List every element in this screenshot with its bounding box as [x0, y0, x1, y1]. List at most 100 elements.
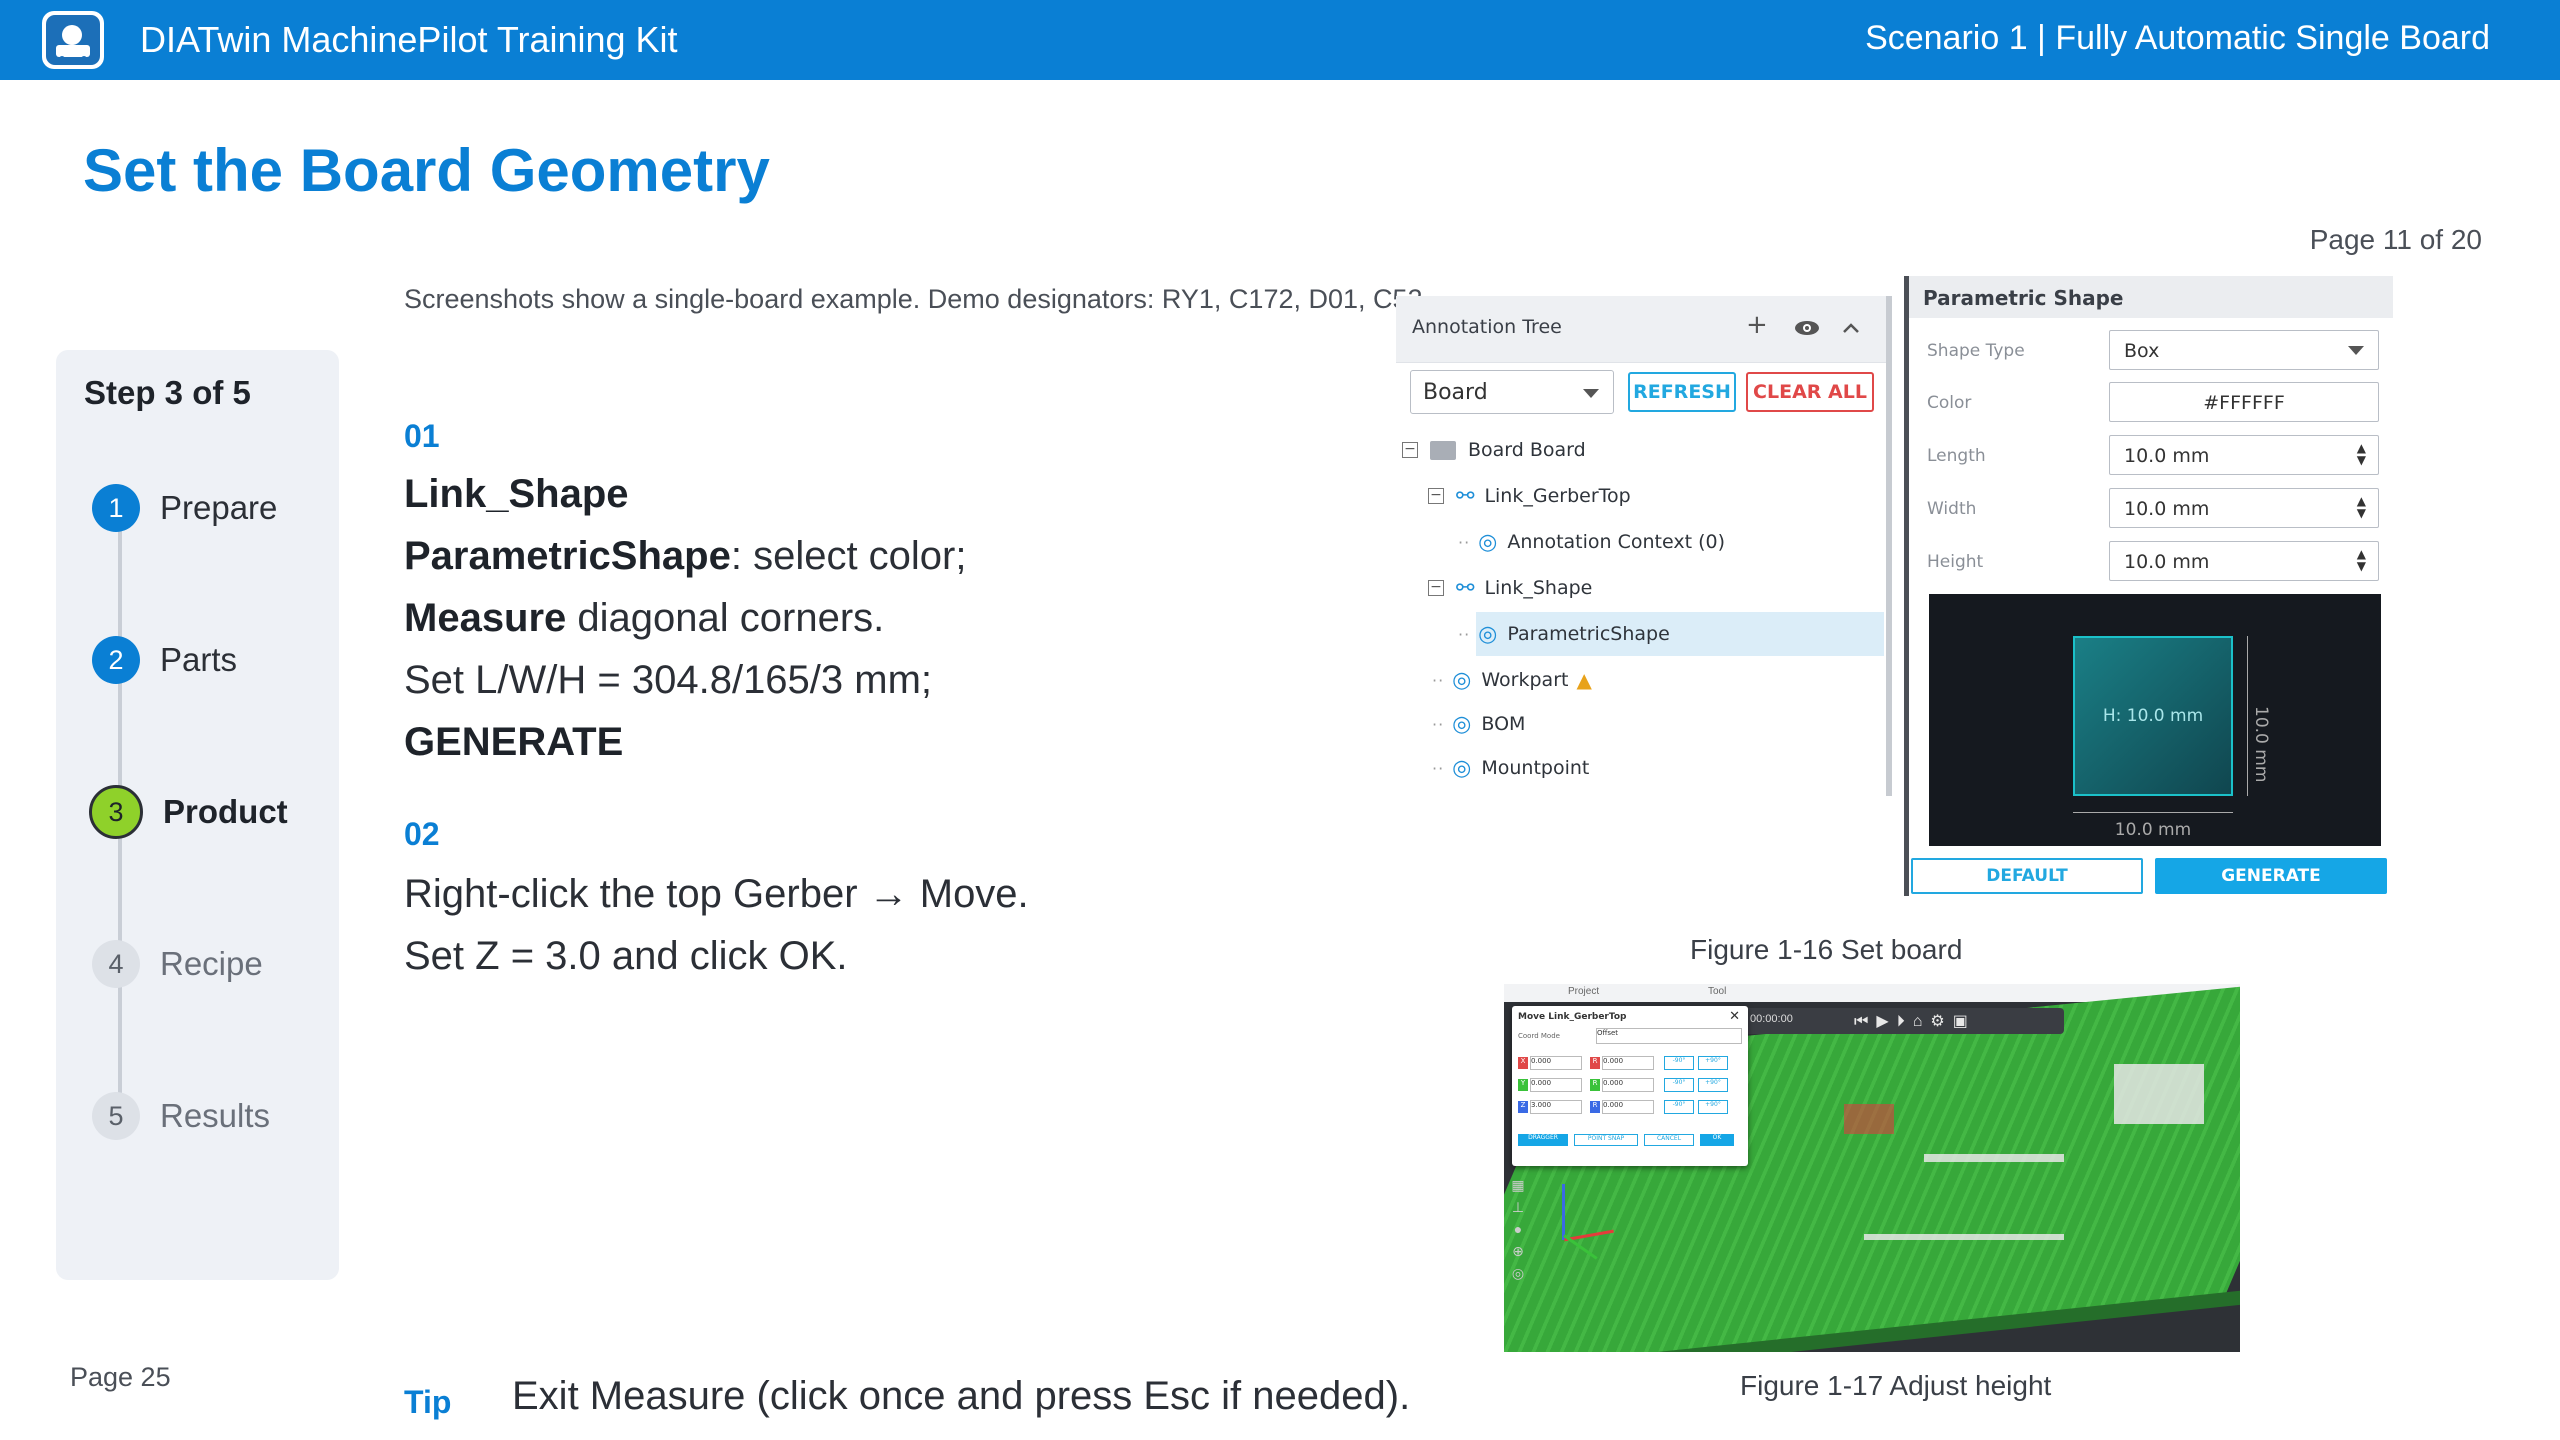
chevron-down-icon: [1583, 389, 1599, 398]
tree-connector: ··: [1432, 758, 1445, 778]
width-label: Width: [1927, 499, 1977, 519]
tree-item-workpart[interactable]: ·· ◎ Workpart ▲: [1432, 658, 1592, 702]
shape-type-label: Shape Type: [1927, 341, 2025, 361]
step-results[interactable]: 5 Results: [92, 1088, 270, 1144]
playback-toolbar: 00:00:00 ⏮▶⏵⌂⚙▣: [1744, 1008, 2064, 1034]
move-dialog-title: Move Link_GerberTop: [1518, 1012, 1627, 1022]
figure-caption-1-17: Figure 1-17 Adjust height: [1740, 1370, 2052, 1401]
eye-icon[interactable]: [1794, 314, 1820, 344]
offset-input[interactable]: 0.000: [1530, 1078, 1582, 1092]
dimension-label-horizontal: 10.0 mm: [2114, 820, 2192, 840]
dimension-label-vertical: 10.0 mm: [2251, 706, 2271, 783]
playback-icons[interactable]: ⏮▶⏵⌂⚙▣: [1854, 1011, 1976, 1031]
instruction-line: Set L/W/H = 304.8/165/3 mm;: [404, 658, 933, 702]
tool-icon[interactable]: ▦: [1508, 1174, 1528, 1196]
height-stepper[interactable]: 10.0 mm ▲ ▼: [2109, 541, 2379, 581]
panel-divider: [1886, 296, 1892, 796]
spin-arrows-icon[interactable]: ▲ ▼: [2357, 495, 2366, 519]
step-label: Results: [160, 1097, 271, 1134]
width-stepper[interactable]: 10.0 mm ▲ ▼: [2109, 488, 2379, 528]
step-parts[interactable]: 2 Parts: [92, 632, 237, 688]
annotation-tree-title: Annotation Tree: [1412, 316, 1562, 338]
rotation-input[interactable]: 0.000: [1602, 1078, 1654, 1092]
close-icon[interactable]: ✕: [1729, 1009, 1740, 1024]
rotate-plus-button[interactable]: +90°: [1698, 1078, 1728, 1092]
select-value: Box: [2124, 340, 2160, 362]
dimension-line-vertical: [2247, 636, 2248, 796]
step-number: 5: [92, 1092, 140, 1140]
tree-item-annotation-context[interactable]: ·· ◎ Annotation Context (0): [1458, 520, 1725, 564]
link-icon: ⚯: [1456, 483, 1475, 509]
tip-text: Exit Measure (click once and press Esc i…: [512, 1374, 1411, 1418]
dragger-button[interactable]: DRAGGER: [1518, 1134, 1568, 1146]
color-field[interactable]: #FFFFFF: [2109, 382, 2379, 422]
move-row-y: Y 0.000 R 0.000 -90° +90°: [1518, 1078, 1746, 1092]
tree-connector: ··: [1458, 532, 1471, 552]
rotate-minus-button[interactable]: -90°: [1664, 1078, 1694, 1092]
offset-input-z[interactable]: 3.000: [1530, 1100, 1582, 1114]
spin-arrows-icon[interactable]: ▲ ▼: [2357, 442, 2366, 466]
project-tab[interactable]: Project: [1568, 986, 1599, 997]
step-sidebar: Step 3 of 5 1 Prepare 2 Parts 3 Product …: [56, 350, 339, 1280]
refresh-button[interactable]: REFRESH: [1628, 372, 1736, 412]
shape-type-select[interactable]: Box: [2109, 330, 2379, 370]
height-label: Height: [1927, 552, 1984, 572]
tree-item-mountpoint[interactable]: ·· ◎ Mountpoint: [1432, 746, 1589, 790]
rotate-minus-button[interactable]: -90°: [1664, 1056, 1694, 1070]
default-button[interactable]: DEFAULT: [1911, 858, 2143, 894]
axis-tag: R: [1590, 1079, 1600, 1091]
tree-item-label: BOM: [1481, 713, 1526, 735]
rotation-input[interactable]: 0.000: [1602, 1100, 1654, 1114]
rotate-minus-button[interactable]: -90°: [1664, 1100, 1694, 1114]
step-prepare[interactable]: 1 Prepare: [92, 480, 277, 536]
cancel-button[interactable]: CANCEL: [1644, 1134, 1694, 1146]
add-icon[interactable]: +: [1746, 310, 1768, 340]
move-dialog: Move Link_GerberTop ✕ Coord Mode Offset …: [1512, 1006, 1748, 1166]
tool-icon[interactable]: ⊥: [1508, 1196, 1528, 1218]
length-stepper[interactable]: 10.0 mm ▲ ▼: [2109, 435, 2379, 475]
tree-item-link-gerbertop[interactable]: − ⚯ Link_GerberTop: [1428, 474, 1631, 518]
collapse-icon[interactable]: −: [1402, 442, 1418, 458]
target-icon: ◎: [1452, 711, 1472, 737]
tool-icon[interactable]: ●: [1508, 1218, 1528, 1240]
instruction-line: Right-click the top Gerber → Move.: [404, 872, 1029, 916]
generate-button[interactable]: GENERATE: [2155, 858, 2387, 894]
tree-item-label: Annotation Context (0): [1507, 531, 1725, 553]
tool-icon[interactable]: ⊕: [1508, 1240, 1528, 1262]
board-filter-select[interactable]: Board: [1410, 370, 1614, 414]
tree-connector: ··: [1432, 670, 1445, 690]
collapse-icon[interactable]: −: [1428, 580, 1444, 596]
rotate-plus-button[interactable]: +90°: [1698, 1100, 1728, 1114]
rotate-plus-button[interactable]: +90°: [1698, 1056, 1728, 1070]
spin-arrows-icon[interactable]: ▲ ▼: [2357, 548, 2366, 572]
parametric-shape-panel: Parametric Shape Shape Type Box Color #F…: [1904, 276, 2393, 896]
instruction-text: diagonal corners.: [566, 596, 885, 640]
tool-icon[interactable]: ◎: [1508, 1262, 1528, 1284]
tip-label: Tip: [404, 1384, 452, 1420]
rotation-input[interactable]: 0.000: [1602, 1056, 1654, 1070]
step-product[interactable]: 3 Product: [89, 784, 288, 840]
instruction-bold: ParametricShape: [404, 534, 731, 578]
collapse-up-icon[interactable]: [1842, 312, 1860, 342]
tree-item-link-shape[interactable]: − ⚯ Link_Shape: [1428, 566, 1592, 610]
step-recipe[interactable]: 4 Recipe: [92, 936, 263, 992]
parametric-shape-header: Parametric Shape: [1909, 276, 2393, 318]
app-title: DIATwin MachinePilot Training Kit: [140, 19, 678, 60]
tree-item-parametricshape[interactable]: ·· ◎ ParametricShape: [1458, 612, 1884, 656]
tool-tab[interactable]: Tool: [1708, 986, 1726, 997]
offset-input[interactable]: 0.000: [1530, 1056, 1582, 1070]
page-counter: Page 11 of 20: [2309, 224, 2482, 255]
pcb-highlight: [1844, 1104, 1894, 1134]
point-snap-button[interactable]: POINT SNAP: [1574, 1134, 1638, 1146]
instruction-line: ParametricShape: select color;: [404, 534, 967, 579]
tree-item-label: Board Board: [1468, 439, 1586, 461]
collapse-icon[interactable]: −: [1428, 488, 1444, 504]
annotation-tree-panel: Annotation Tree + Board REFRESH CLEAR AL…: [1396, 296, 1892, 796]
ok-button[interactable]: OK: [1700, 1134, 1734, 1146]
coord-mode-select[interactable]: Offset: [1596, 1028, 1742, 1044]
folder-icon: [1430, 440, 1456, 460]
tree-item-board[interactable]: − Board Board: [1402, 428, 1586, 472]
section-number-02: 02: [404, 816, 440, 852]
clear-all-button[interactable]: CLEAR ALL: [1746, 372, 1874, 412]
tree-item-bom[interactable]: ·· ◎ BOM: [1432, 702, 1525, 746]
